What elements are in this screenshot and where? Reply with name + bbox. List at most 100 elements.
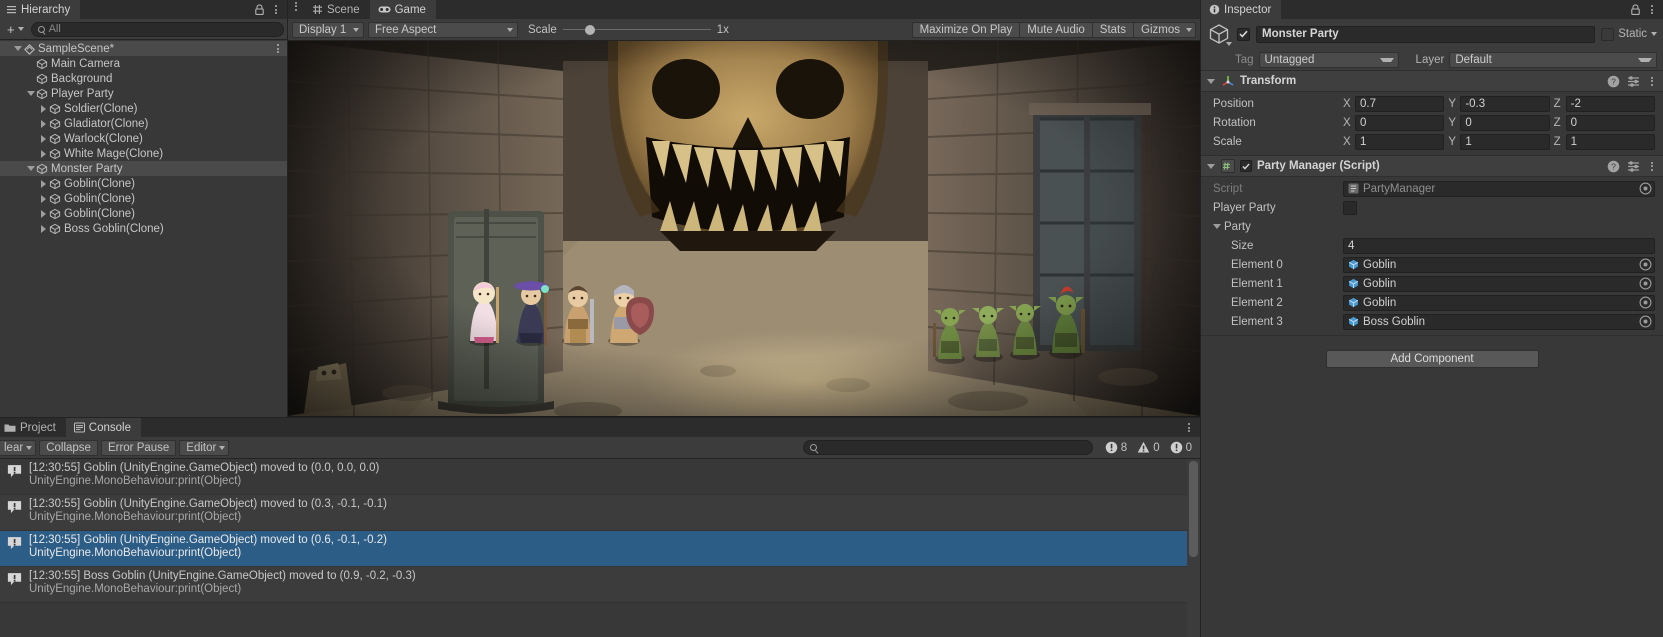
transform-position-y-field[interactable]: -0.3	[1460, 95, 1550, 112]
console-search-input[interactable]	[802, 440, 1093, 455]
size-field[interactable]: 4	[1343, 237, 1655, 254]
party-manager-foldout[interactable]	[1205, 161, 1216, 172]
error-pause-button[interactable]: Error Pause	[100, 439, 177, 456]
console-log-row[interactable]: [12:30:55] Goblin (UnityEngine.GameObjec…	[0, 495, 1200, 531]
gameobject-enabled-checkbox[interactable]	[1237, 27, 1250, 41]
kebab-menu-icon[interactable]	[271, 4, 281, 16]
kebab-menu-icon[interactable]	[1647, 160, 1657, 172]
tab-scene[interactable]: Scene	[304, 0, 370, 19]
preset-icon[interactable]	[1627, 160, 1640, 173]
transform-component-header[interactable]: Transform ?	[1201, 70, 1663, 92]
tab-game[interactable]: Game	[369, 0, 437, 20]
create-object-button[interactable]: +	[3, 21, 28, 37]
game-view-render[interactable]	[288, 41, 1200, 418]
add-component-button[interactable]: Add Component	[1325, 350, 1539, 368]
transform-rotation-x-field[interactable]: 0	[1355, 114, 1445, 131]
chevron-right-icon[interactable]	[38, 178, 49, 189]
transform-scale-x-field[interactable]: 1	[1355, 133, 1445, 150]
transform-position-x-field[interactable]: 0.7	[1355, 95, 1445, 112]
transform-rotation-z-field[interactable]: 0	[1565, 114, 1655, 131]
tab-console[interactable]: Console	[65, 418, 142, 438]
party-element-3-object-field[interactable]: Boss Goblin	[1343, 313, 1655, 330]
kebab-menu-icon[interactable]	[273, 43, 283, 55]
gameobject-name-field[interactable]: Monster Party	[1256, 25, 1596, 43]
party-element-0-object-field[interactable]: Goblin	[1343, 256, 1655, 273]
console-log-row[interactable]: [12:30:55] Boss Goblin (UnityEngine.Game…	[0, 567, 1200, 603]
log-count[interactable]: 8	[1100, 441, 1132, 454]
kebab-menu-icon[interactable]	[1647, 4, 1657, 16]
slider-knob[interactable]	[584, 24, 595, 35]
display-dropdown[interactable]: Display 1	[292, 21, 364, 38]
collapse-button[interactable]: Collapse	[39, 439, 98, 456]
error-count[interactable]: 0	[1165, 441, 1197, 454]
help-icon[interactable]: ?	[1607, 160, 1620, 173]
hierarchy-tree[interactable]: SampleScene* Main Camera Background Player …	[0, 40, 287, 418]
hierarchy-item-player-party[interactable]: Player Party	[0, 86, 287, 101]
transform-position-z-field[interactable]: -2	[1565, 95, 1655, 112]
hierarchy-item-main-camera[interactable]: Main Camera	[0, 56, 287, 71]
preset-icon[interactable]	[1627, 75, 1640, 88]
console-log-row[interactable]: [12:30:55] Goblin (UnityEngine.GameObjec…	[0, 531, 1200, 567]
scale-slider[interactable]	[562, 23, 711, 37]
object-picker-icon[interactable]	[1639, 258, 1652, 271]
object-picker-icon[interactable]	[1639, 315, 1652, 328]
tab-project[interactable]: Project	[0, 418, 66, 437]
chevron-down-icon[interactable]	[25, 88, 36, 99]
chevron-right-icon[interactable]	[38, 118, 49, 129]
console-log-list[interactable]: [12:30:55] Goblin (UnityEngine.GameObjec…	[0, 459, 1200, 637]
gizmos-button[interactable]: Gizmos	[1134, 21, 1196, 38]
chevron-down-icon[interactable]	[1226, 42, 1232, 46]
hierarchy-item-background[interactable]: Background	[0, 71, 287, 86]
script-object-field[interactable]: PartyManager	[1343, 180, 1655, 197]
mute-audio-button[interactable]: Mute Audio	[1020, 21, 1093, 38]
layer-dropdown[interactable]: Default	[1449, 51, 1657, 68]
clear-button[interactable]: lear	[0, 439, 37, 456]
kebab-menu-icon[interactable]	[1647, 75, 1657, 87]
lock-icon[interactable]	[254, 3, 265, 16]
chevron-right-icon[interactable]	[38, 208, 49, 219]
hierarchy-item-samplescene[interactable]: SampleScene*	[0, 41, 287, 56]
object-picker-icon[interactable]	[1639, 277, 1652, 290]
transform-scale-z-field[interactable]: 1	[1565, 133, 1655, 150]
hierarchy-item-boss-goblin-clone[interactable]: Boss Goblin(Clone)	[0, 221, 287, 236]
console-scrollbar[interactable]	[1187, 459, 1200, 637]
tab-hierarchy[interactable]: Hierarchy	[0, 0, 81, 20]
hierarchy-search-input[interactable]: All	[30, 21, 284, 37]
kebab-menu-icon[interactable]	[1184, 422, 1194, 434]
party-element-2-object-field[interactable]: Goblin	[1343, 294, 1655, 311]
player-party-checkbox[interactable]	[1343, 200, 1357, 215]
party-array-row[interactable]: Party	[1201, 217, 1663, 236]
object-picker-icon[interactable]	[1639, 182, 1652, 195]
chevron-down-icon[interactable]	[1213, 224, 1221, 229]
party-element-1-object-field[interactable]: Goblin	[1343, 275, 1655, 292]
party-manager-component-header[interactable]: Party Manager (Script) ?	[1201, 155, 1663, 177]
chevron-right-icon[interactable]	[38, 148, 49, 159]
tab-inspector[interactable]: Inspector	[1201, 0, 1282, 20]
static-checkbox[interactable]	[1601, 27, 1615, 41]
maximize-on-play-button[interactable]: Maximize On Play	[911, 21, 1021, 38]
chevron-down-icon[interactable]	[12, 43, 23, 54]
aspect-dropdown[interactable]: Free Aspect	[368, 21, 518, 38]
hierarchy-item-white-mage-clone[interactable]: White Mage(Clone)	[0, 146, 287, 161]
hierarchy-item-soldier-clone[interactable]: Soldier(Clone)	[0, 101, 287, 116]
hierarchy-item-goblin-clone[interactable]: Goblin(Clone)	[0, 206, 287, 221]
console-log-row[interactable]: [12:30:55] Goblin (UnityEngine.GameObjec…	[0, 459, 1200, 495]
chevron-right-icon[interactable]	[38, 133, 49, 144]
chevron-down-icon[interactable]	[1651, 32, 1657, 36]
hierarchy-item-goblin-clone[interactable]: Goblin(Clone)	[0, 176, 287, 191]
transform-rotation-y-field[interactable]: 0	[1460, 114, 1550, 131]
transform-foldout[interactable]	[1205, 76, 1216, 87]
chevron-down-icon[interactable]	[25, 163, 36, 174]
object-picker-icon[interactable]	[1639, 296, 1652, 309]
lock-icon[interactable]	[1630, 3, 1641, 16]
party-manager-enabled-checkbox[interactable]	[1240, 160, 1252, 172]
hierarchy-item-gladiator-clone[interactable]: Gladiator(Clone)	[0, 116, 287, 131]
stats-button[interactable]: Stats	[1092, 21, 1135, 38]
help-icon[interactable]: ?	[1607, 75, 1620, 88]
warning-count[interactable]: 0	[1132, 441, 1164, 454]
static-toggle[interactable]: Static	[1601, 27, 1657, 41]
chevron-right-icon[interactable]	[38, 103, 49, 114]
hierarchy-item-warlock-clone[interactable]: Warlock(Clone)	[0, 131, 287, 146]
tag-dropdown[interactable]: Untagged	[1258, 51, 1399, 68]
chevron-right-icon[interactable]	[38, 193, 49, 204]
